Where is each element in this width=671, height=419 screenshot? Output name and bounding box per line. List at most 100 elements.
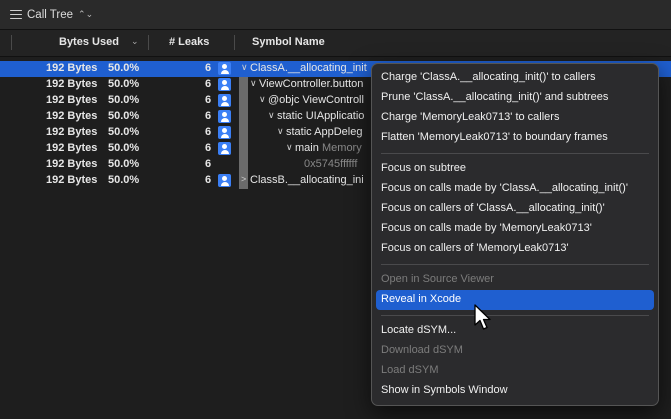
disclosure-expanded-icon[interactable]: ∨ — [268, 110, 275, 121]
bytes-cell: 192 Bytes — [46, 94, 98, 106]
sort-descending-icon: ⌄ — [131, 36, 139, 46]
row-gutter — [239, 125, 248, 141]
symbol-cell: ClassB.__allocating_ini — [250, 174, 364, 186]
bytes-cell: 192 Bytes — [46, 110, 98, 122]
menu-item-label: Locate dSYM... — [381, 324, 457, 336]
menu-item-label: Focus on callers of 'MemoryLeak0713' — [381, 242, 569, 254]
row-gutter — [239, 77, 248, 93]
menu-item-focus-callers-library[interactable]: Focus on callers of 'MemoryLeak0713' — [376, 239, 654, 259]
row-gutter — [239, 141, 248, 157]
bytes-cell: 192 Bytes — [46, 174, 98, 186]
menu-item-prune-subtrees[interactable]: Prune 'ClassA.__allocating_init()' and s… — [376, 88, 654, 108]
symbol-cell: ClassA.__allocating_init — [250, 62, 367, 74]
symbol-cell: static UIApplicatio — [277, 110, 365, 122]
mouse-pointer-icon — [474, 304, 491, 330]
menu-item-label: Prune 'ClassA.__allocating_init()' and s… — [381, 91, 609, 103]
context-menu: Charge 'ClassA.__allocating_init()' to c… — [371, 63, 659, 406]
user-code-icon — [218, 110, 231, 123]
menu-item-focus-subtree[interactable]: Focus on subtree — [376, 159, 654, 179]
leaks-cell: 6 — [205, 174, 212, 186]
menu-item-label: Charge 'MemoryLeak0713' to callers — [381, 111, 560, 123]
library-name-cell: Memory — [322, 142, 362, 154]
toolbar: Call Tree ⌃⌄ — [0, 0, 671, 30]
symbol-cell: @objc ViewControll — [268, 94, 364, 106]
user-code-icon — [218, 174, 231, 187]
row-gutter — [239, 109, 248, 125]
leaks-cell: 6 — [205, 142, 212, 154]
column-divider[interactable] — [148, 35, 149, 50]
bytes-cell: 192 Bytes — [46, 62, 98, 74]
column-divider[interactable] — [234, 35, 235, 50]
menu-item-label: Focus on calls made by 'ClassA.__allocat… — [381, 182, 628, 194]
column-symbol-name[interactable]: Symbol Name — [252, 36, 325, 48]
menu-item-label: Open in Source Viewer — [381, 273, 494, 285]
row-gutter — [239, 93, 248, 109]
updown-chevron-icon: ⌃⌄ — [78, 9, 94, 19]
menu-item-label: Load dSYM — [381, 364, 439, 376]
disclosure-collapsed-icon[interactable]: > — [241, 174, 246, 184]
percent-cell: 50.0% — [108, 174, 140, 186]
list-icon — [10, 9, 22, 20]
leaks-cell: 6 — [205, 110, 212, 122]
column-header: Bytes Used ⌄ # Leaks Symbol Name — [0, 30, 671, 57]
disclosure-expanded-icon[interactable]: ∨ — [259, 94, 266, 105]
symbol-cell: ViewController.button — [259, 78, 364, 90]
user-code-icon — [218, 126, 231, 139]
menu-item-focus-callers-classa[interactable]: Focus on callers of 'ClassA.__allocating… — [376, 199, 654, 219]
menu-item-load-dsym: Load dSYM — [376, 361, 654, 381]
menu-item-reveal-in-xcode[interactable]: Reveal in Xcode — [376, 290, 654, 310]
column-divider — [11, 35, 12, 50]
column-bytes-used[interactable]: Bytes Used — [59, 36, 119, 48]
user-code-icon — [218, 142, 231, 155]
disclosure-expanded-icon[interactable]: ∨ — [277, 126, 284, 137]
percent-cell: 50.0% — [108, 110, 140, 122]
bytes-cell: 192 Bytes — [46, 126, 98, 138]
menu-item-label: Download dSYM — [381, 344, 463, 356]
percent-cell: 50.0% — [108, 62, 140, 74]
menu-item-label: Flatten 'MemoryLeak0713' to boundary fra… — [381, 131, 608, 143]
disclosure-expanded-icon[interactable]: ∨ — [286, 142, 293, 153]
user-code-icon — [218, 94, 231, 107]
menu-item-label: Show in Symbols Window — [381, 384, 508, 396]
leaks-cell: 6 — [205, 94, 212, 106]
bytes-cell: 192 Bytes — [46, 142, 98, 154]
menu-item-focus-calls-made-classa[interactable]: Focus on calls made by 'ClassA.__allocat… — [376, 179, 654, 199]
column-leaks[interactable]: # Leaks — [169, 36, 209, 48]
menu-item-label: Focus on subtree — [381, 162, 466, 174]
disclosure-expanded-icon[interactable]: ∨ — [241, 62, 248, 73]
call-tree-popup-button[interactable]: Call Tree ⌃⌄ — [10, 6, 93, 23]
menu-item-locate-dsym[interactable]: Locate dSYM... — [376, 321, 654, 341]
percent-cell: 50.0% — [108, 126, 140, 138]
leaks-cell: 6 — [205, 62, 212, 74]
percent-cell: 50.0% — [108, 94, 140, 106]
bytes-cell: 192 Bytes — [46, 78, 98, 90]
symbol-cell: static AppDeleg — [286, 126, 363, 138]
menu-separator — [381, 315, 649, 316]
row-gutter — [239, 157, 248, 173]
call-tree-label: Call Tree — [27, 8, 74, 21]
menu-item-charge-library[interactable]: Charge 'MemoryLeak0713' to callers — [376, 108, 654, 128]
percent-cell: 50.0% — [108, 158, 140, 170]
menu-separator — [381, 153, 649, 154]
leaks-cell: 6 — [205, 78, 212, 90]
menu-item-download-dsym: Download dSYM — [376, 341, 654, 361]
symbol-cell: main — [295, 142, 319, 154]
menu-item-show-in-symbols-window[interactable]: Show in Symbols Window — [376, 381, 654, 401]
percent-cell: 50.0% — [108, 142, 140, 154]
percent-cell: 50.0% — [108, 78, 140, 90]
leaks-cell: 6 — [205, 158, 212, 170]
menu-item-label: Reveal in Xcode — [381, 293, 462, 305]
menu-item-focus-calls-made-library[interactable]: Focus on calls made by 'MemoryLeak0713' — [376, 219, 654, 239]
menu-separator — [381, 264, 649, 265]
user-code-icon — [218, 78, 231, 91]
disclosure-expanded-icon[interactable]: ∨ — [250, 78, 257, 89]
user-code-icon — [218, 62, 231, 75]
menu-item-label: Focus on calls made by 'MemoryLeak0713' — [381, 222, 592, 234]
menu-item-label: Focus on callers of 'ClassA.__allocating… — [381, 202, 605, 214]
menu-item-flatten[interactable]: Flatten 'MemoryLeak0713' to boundary fra… — [376, 128, 654, 148]
menu-item-charge-to-callers[interactable]: Charge 'ClassA.__allocating_init()' to c… — [376, 68, 654, 88]
symbol-cell: 0x5745ffffff — [304, 158, 358, 170]
menu-item-label: Charge 'ClassA.__allocating_init()' to c… — [381, 71, 596, 83]
menu-item-open-source-viewer: Open in Source Viewer — [376, 270, 654, 290]
leaks-cell: 6 — [205, 126, 212, 138]
